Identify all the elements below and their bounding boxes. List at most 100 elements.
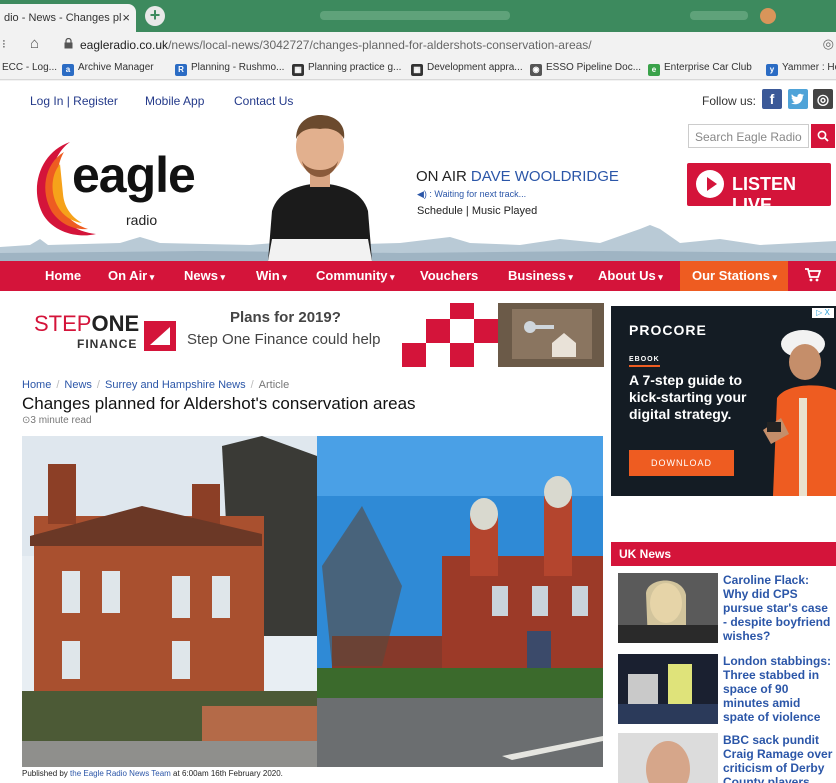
bookmark-label: Planning practice g... bbox=[308, 62, 402, 73]
nav-home[interactable]: Home bbox=[45, 261, 81, 291]
play-icon bbox=[696, 170, 724, 198]
extension-icon[interactable]: ◎ bbox=[823, 36, 834, 52]
bookmark-label: Planning - Rushmo... bbox=[191, 62, 285, 73]
procore-ad[interactable]: PROCORE EBOOK A 7-step guide to kick-sta… bbox=[611, 306, 836, 496]
published-date: at 6:00am 16th February 2020. bbox=[170, 769, 283, 778]
bookmark-yammer[interactable]: y Yammer : Home bbox=[766, 62, 836, 76]
presenter-name[interactable]: DAVE WOOLDRIDGE bbox=[471, 168, 619, 185]
enterprise-icon: e bbox=[648, 64, 660, 76]
search-input[interactable]: Search Eagle Radio bbox=[688, 124, 809, 148]
lock-icon bbox=[64, 37, 73, 52]
step-one-logo-icon bbox=[144, 321, 176, 351]
bookmark-label: Development appra... bbox=[427, 62, 523, 73]
tab-close-icon[interactable]: × bbox=[122, 4, 130, 32]
news-headline[interactable]: London stabbings: Three stabbed in space… bbox=[723, 654, 835, 728]
house-keys-image bbox=[402, 303, 604, 367]
adchoices-icon[interactable]: ▷ X bbox=[812, 308, 834, 318]
nav-on-air[interactable]: On Air bbox=[108, 261, 154, 291]
contact-us-link[interactable]: Contact Us bbox=[234, 94, 293, 108]
search-icon bbox=[817, 130, 829, 142]
news-team-link[interactable]: the Eagle Radio News Team bbox=[70, 769, 171, 778]
profile-avatar[interactable] bbox=[760, 8, 776, 24]
step-one-finance-ad[interactable]: STEPONE FINANCE Plans for 2019? Step One… bbox=[22, 303, 604, 367]
published-byline: Published by the Eagle Radio News Team a… bbox=[22, 769, 283, 778]
url-host: eagleradio.co.uk bbox=[80, 38, 169, 52]
brand-finance: FINANCE bbox=[77, 337, 138, 351]
cart-icon[interactable] bbox=[805, 268, 822, 285]
mobile-app-link[interactable]: Mobile App bbox=[145, 94, 204, 108]
home-icon[interactable]: ⌂ bbox=[30, 35, 39, 52]
listen-live-label: LISTEN LIVE bbox=[732, 174, 797, 215]
web-page: Log In | Register Mobile App Contact Us … bbox=[0, 81, 836, 783]
nav-about-us[interactable]: About Us bbox=[598, 261, 663, 291]
brand-step: STEP bbox=[34, 311, 92, 336]
bookmark-planning-rushmoor[interactable]: R Planning - Rushmo... bbox=[175, 62, 284, 76]
nav-news[interactable]: News bbox=[184, 261, 225, 291]
gov-crown-icon: ▦ bbox=[411, 64, 423, 76]
on-air-label: ON AIR DAVE WOOLDRIDGE bbox=[416, 168, 619, 185]
bookmark-enterprise-car-club[interactable]: e Enterprise Car Club bbox=[648, 62, 752, 76]
procore-logo: PROCORE bbox=[629, 322, 707, 338]
blurred-window-title bbox=[320, 11, 510, 20]
news-headline[interactable]: Caroline Flack: Why did CPS pursue star'… bbox=[723, 573, 835, 647]
crumb-surrey-hampshire[interactable]: Surrey and Hampshire News bbox=[105, 379, 246, 391]
yammer-icon: y bbox=[766, 64, 778, 76]
bookmark-esso-pipeline[interactable]: ◉ ESSO Pipeline Doc... bbox=[530, 62, 641, 76]
browser-tab-bar: dio - News - Changes pl × + bbox=[0, 0, 836, 32]
ad-subline: Step One Finance could help bbox=[187, 331, 381, 348]
site-header: Log In | Register Mobile App Contact Us … bbox=[0, 81, 836, 261]
on-air-text: ON AIR bbox=[416, 168, 467, 185]
bookmark-planning-practice[interactable]: ▦ Planning practice g... bbox=[292, 62, 401, 76]
article-photo bbox=[22, 436, 603, 767]
bookmarks-bar: ECC - Log... a Archive Manager R Planning … bbox=[0, 58, 836, 80]
blurred-profile-name bbox=[690, 11, 748, 20]
bookmark-label: Enterprise Car Club bbox=[664, 62, 752, 73]
nav-win[interactable]: Win bbox=[256, 261, 287, 291]
login-register-link[interactable]: Log In | Register bbox=[30, 94, 118, 108]
tab-title: dio - News - Changes pl bbox=[4, 12, 122, 24]
twitter-icon[interactable] bbox=[788, 89, 808, 109]
ad-headline: Plans for 2019? bbox=[230, 309, 341, 326]
nav-our-stations[interactable]: Our Stations bbox=[692, 261, 777, 291]
listen-live-button[interactable]: LISTEN LIVE bbox=[687, 163, 831, 215]
news-thumbnail bbox=[618, 573, 718, 643]
procore-headline: A 7-step guide to kick-starting your dig… bbox=[629, 372, 747, 422]
bookmark-label: ESSO Pipeline Doc... bbox=[546, 62, 642, 73]
url-path: /news/local-news/3042727/changes-planned… bbox=[168, 38, 592, 52]
breadcrumb: Home / News / Surrey and Hampshire News / Arti… bbox=[22, 379, 290, 391]
news-thumbnail bbox=[618, 733, 718, 783]
nav-vouchers[interactable]: Vouchers bbox=[420, 261, 478, 291]
crumb-news[interactable]: News bbox=[64, 379, 92, 391]
news-item[interactable]: London stabbings: Three stabbed in space… bbox=[611, 654, 836, 734]
download-button[interactable]: DOWNLOAD bbox=[629, 450, 734, 476]
search-button[interactable] bbox=[811, 124, 835, 148]
nav-business[interactable]: Business bbox=[508, 261, 573, 291]
facebook-icon[interactable]: f bbox=[762, 89, 782, 109]
read-time: ⊙3 minute read bbox=[22, 415, 92, 426]
uk-news-heading: UK News bbox=[611, 542, 836, 566]
browser-tab[interactable]: dio - News - Changes pl × bbox=[0, 4, 136, 32]
more-icon[interactable]: ⁝ bbox=[2, 37, 6, 51]
bookmark-archive-manager[interactable]: a Archive Manager bbox=[62, 62, 154, 76]
bookmark-ecc[interactable]: ECC - Log... bbox=[2, 62, 57, 73]
article-title: Changes planned for Aldershot's conserva… bbox=[22, 394, 416, 413]
instagram-icon[interactable]: ◎ bbox=[813, 89, 833, 109]
nav-community[interactable]: Community bbox=[316, 261, 395, 291]
crumb-home[interactable]: Home bbox=[22, 379, 51, 391]
news-item[interactable]: BBC sack pundit Craig Ramage over critic… bbox=[611, 733, 836, 783]
bookmark-development-appraisal[interactable]: ▦ Development appra... bbox=[411, 62, 523, 76]
construction-worker-image bbox=[763, 330, 836, 496]
schedule-links[interactable]: Schedule | Music Played bbox=[417, 205, 537, 217]
new-tab-button[interactable]: + bbox=[145, 6, 165, 26]
brand-one: ONE bbox=[91, 311, 140, 336]
step-one-brand: STEPONE bbox=[34, 311, 139, 337]
news-thumbnail bbox=[618, 654, 718, 724]
news-headline[interactable]: BBC sack pundit Craig Ramage over critic… bbox=[723, 733, 835, 783]
bookmark-label: Yammer : Home bbox=[782, 62, 836, 73]
url-input[interactable]: eagleradio.co.uk/news/local-news/3042727… bbox=[80, 38, 592, 52]
gov-crown-icon: ▦ bbox=[292, 64, 304, 76]
news-item[interactable]: Caroline Flack: Why did CPS pursue star'… bbox=[611, 573, 836, 653]
planning-r-icon: R bbox=[175, 64, 187, 76]
follow-us-label: Follow us: bbox=[702, 94, 757, 108]
main-nav: Home On Air News Win Community Vouchers … bbox=[0, 261, 836, 291]
